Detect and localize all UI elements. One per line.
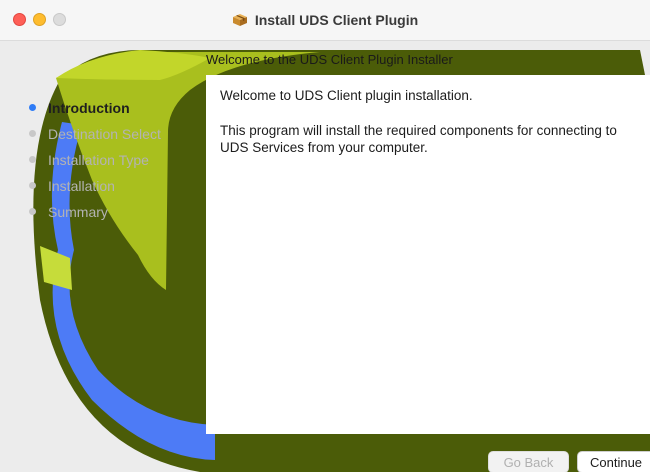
content-pane: Welcome to UDS Client plugin installatio…	[206, 75, 650, 434]
description-text: This program will install the required c…	[220, 123, 617, 155]
current-step-indicator-icon	[29, 104, 36, 111]
step-bullet-icon	[29, 156, 36, 163]
continue-button[interactable]: Continue	[577, 451, 650, 472]
installer-window: Install UDS Client Plugin Welcome to the…	[0, 0, 650, 472]
step-bullet-icon	[29, 130, 36, 137]
step-label: Introduction	[48, 100, 130, 116]
installer-subtitle: Welcome to the UDS Client Plugin Install…	[206, 52, 453, 67]
step-bullet-icon	[29, 208, 36, 215]
step-label: Installation	[48, 178, 115, 194]
step-label: Installation Type	[48, 152, 149, 168]
window-title-group: Install UDS Client Plugin	[0, 0, 650, 40]
package-icon	[232, 14, 247, 26]
step-label: Summary	[48, 204, 108, 220]
title-bar[interactable]: Install UDS Client Plugin	[0, 0, 650, 41]
window-title: Install UDS Client Plugin	[254, 12, 419, 28]
go-back-button[interactable]: Go Back	[488, 451, 569, 472]
welcome-text: Welcome to UDS Client plugin installatio…	[220, 88, 473, 103]
step-bullet-icon	[29, 182, 36, 189]
step-label: Destination Select	[48, 126, 161, 142]
